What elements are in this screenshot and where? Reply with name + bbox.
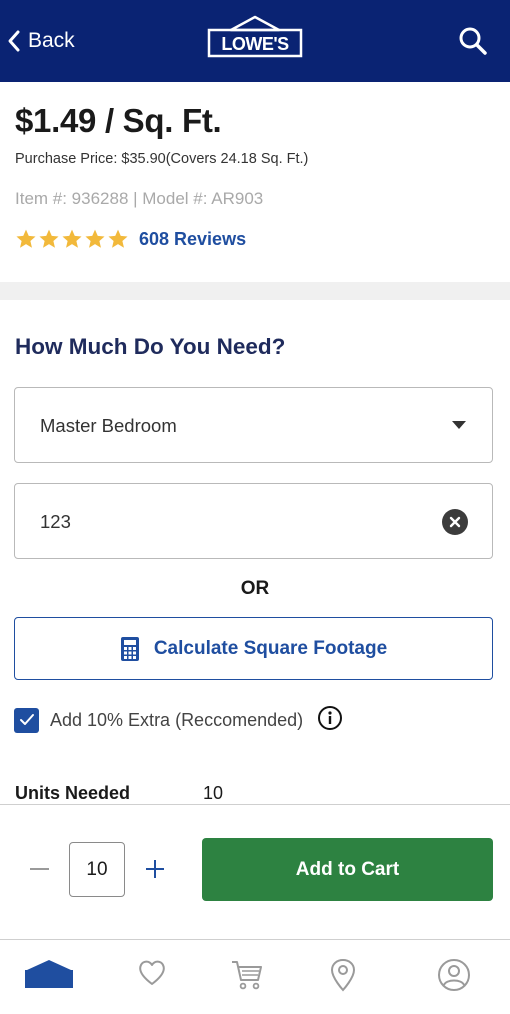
add-to-cart-button[interactable]: Add to Cart bbox=[202, 838, 493, 901]
lowes-logo[interactable]: LOWE'S bbox=[205, 14, 305, 60]
reviews-link[interactable]: 608 Reviews bbox=[139, 229, 246, 250]
logo-text: LOWE'S bbox=[221, 34, 289, 54]
app-header: Back LOWE'S bbox=[0, 0, 510, 82]
decrement-button[interactable] bbox=[30, 868, 49, 870]
calculator-icon bbox=[120, 636, 139, 661]
tab-account[interactable] bbox=[424, 958, 484, 998]
home-icon bbox=[25, 960, 73, 988]
info-icon bbox=[318, 705, 343, 730]
units-needed-value: 10 bbox=[203, 783, 224, 803]
search-icon bbox=[459, 27, 487, 55]
star-rating bbox=[15, 228, 129, 250]
increment-button[interactable] bbox=[144, 858, 166, 880]
square-footage-value: 123 bbox=[40, 511, 71, 532]
star-icon bbox=[108, 229, 128, 248]
section-heading: How Much Do You Need? bbox=[15, 334, 286, 359]
info-button[interactable] bbox=[317, 705, 343, 736]
unit-price: $1.49 / Sq. Ft. bbox=[15, 102, 222, 139]
dropdown-caret-icon bbox=[452, 421, 466, 429]
heart-icon bbox=[139, 960, 165, 985]
extra-checkbox[interactable] bbox=[14, 707, 39, 733]
section-divider bbox=[0, 282, 510, 300]
bottom-tab-bar bbox=[0, 940, 510, 1014]
item-model-number: Item #: 936288 | Model #: AR903 bbox=[15, 189, 264, 208]
star-icon bbox=[16, 229, 36, 248]
search-button[interactable] bbox=[456, 24, 490, 58]
tab-favorites[interactable] bbox=[122, 958, 182, 998]
extra-row: Add 10% Extra (Reccomended) bbox=[14, 705, 343, 736]
tab-home[interactable] bbox=[19, 958, 79, 998]
back-button[interactable]: Back bbox=[6, 22, 75, 60]
room-select-value: Master Bedroom bbox=[40, 415, 177, 436]
star-icon bbox=[85, 229, 105, 248]
rating-row[interactable]: 608 Reviews bbox=[15, 227, 246, 251]
checkmark-icon bbox=[19, 714, 34, 725]
close-icon bbox=[449, 516, 461, 528]
clear-input-button[interactable] bbox=[442, 509, 468, 535]
tab-stores[interactable] bbox=[313, 958, 373, 998]
calculate-button-label: Calculate Square Footage bbox=[153, 637, 388, 659]
cart-icon bbox=[232, 961, 262, 990]
back-label: Back bbox=[28, 29, 75, 52]
purchase-price: Purchase Price: $35.90(Covers 24.18 Sq. … bbox=[15, 151, 309, 167]
quantity-field[interactable]: 10 bbox=[69, 842, 125, 897]
divider bbox=[0, 804, 510, 805]
tab-cart[interactable] bbox=[217, 958, 277, 998]
or-separator: OR bbox=[240, 578, 270, 599]
calculate-square-footage-button[interactable]: Calculate Square Footage bbox=[14, 617, 493, 680]
extra-checkbox-label: Add 10% Extra (Reccomended) bbox=[50, 709, 304, 730]
room-select[interactable]: Master Bedroom bbox=[14, 387, 493, 463]
chevron-left-icon bbox=[8, 30, 20, 52]
square-footage-input[interactable]: 123 bbox=[14, 483, 493, 559]
account-icon bbox=[438, 959, 470, 991]
star-icon bbox=[62, 229, 82, 248]
star-icon bbox=[39, 229, 59, 248]
units-needed-label: Units Needed bbox=[15, 783, 131, 803]
location-icon bbox=[330, 958, 356, 992]
